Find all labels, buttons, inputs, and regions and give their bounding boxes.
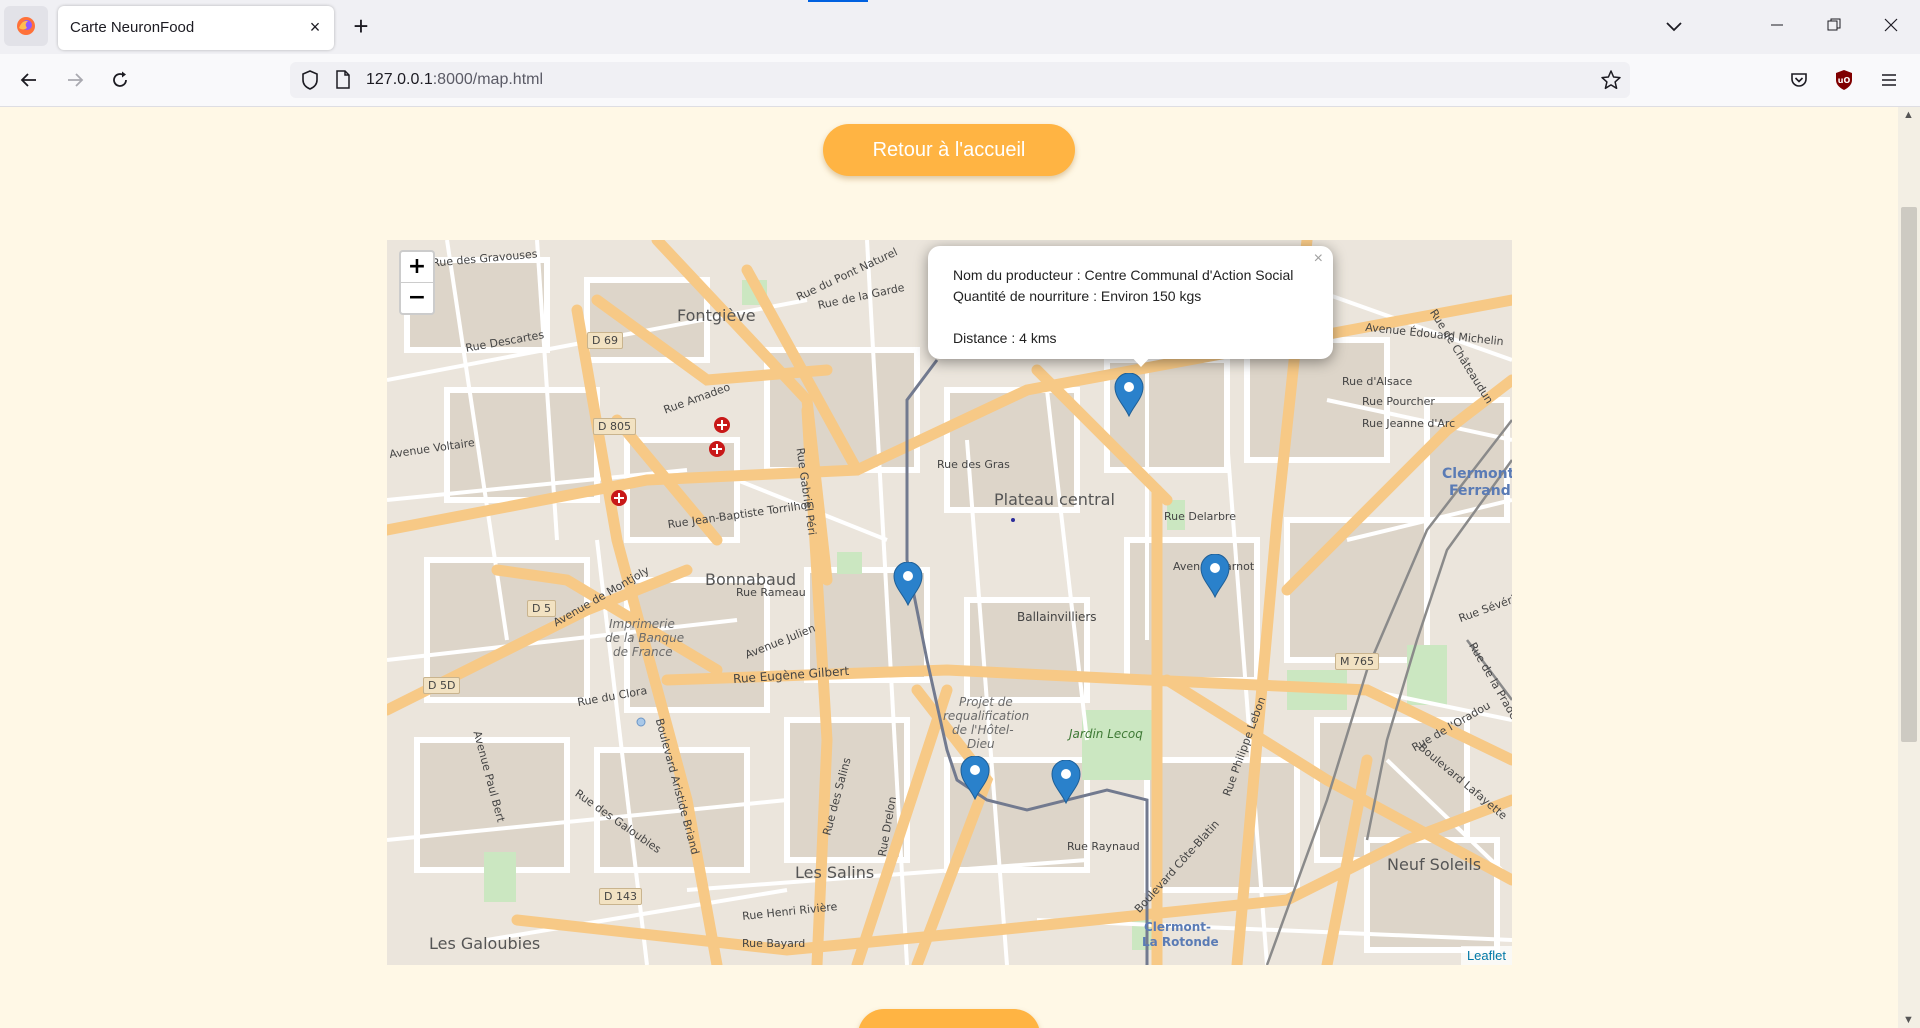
tab-close-icon[interactable]: × xyxy=(304,16,326,38)
shield-d805: D 805 xyxy=(593,418,636,435)
label-clermont-ferrand-1: Clermont- xyxy=(1442,466,1512,482)
tab-carte-neuronfood[interactable]: Carte NeuronFood × xyxy=(58,6,334,50)
zoom-out-button[interactable]: − xyxy=(401,283,433,313)
firefox-icon[interactable] xyxy=(4,6,48,46)
tab-indicator xyxy=(808,0,868,2)
label-clermont-rotonde-1: Clermont- xyxy=(1144,920,1211,934)
map-marker-2[interactable] xyxy=(893,562,923,606)
popup-close-icon[interactable]: × xyxy=(1314,250,1323,268)
map-marker-1[interactable] xyxy=(1114,373,1144,417)
shield-d69: D 69 xyxy=(587,332,623,349)
back-arrow-icon[interactable] xyxy=(14,65,44,95)
popup-producer: Nom du producteur : Centre Communal d'Ac… xyxy=(953,267,1294,283)
url-text[interactable]: 127.0.0.1:8000/map.html xyxy=(366,71,543,89)
tab-bar: Carte NeuronFood × + xyxy=(0,0,1920,54)
tab-title: Carte NeuronFood xyxy=(70,19,195,36)
svg-text:uO: uO xyxy=(1838,76,1851,85)
scroll-down-arrow-icon[interactable]: ▼ xyxy=(1903,1014,1914,1026)
menu-hamburger-icon[interactable] xyxy=(1874,65,1904,95)
zoom-control: + − xyxy=(399,250,435,315)
reload-icon[interactable] xyxy=(105,65,135,95)
shield-m765: M 765 xyxy=(1335,653,1379,670)
zoom-in-button[interactable]: + xyxy=(401,252,433,283)
list-tabs-chevron-icon[interactable] xyxy=(1660,14,1688,40)
bottom-button[interactable] xyxy=(858,1009,1040,1028)
leaflet-attribution-link[interactable]: Leaflet xyxy=(1460,946,1512,965)
forward-arrow-icon[interactable] xyxy=(60,65,90,95)
label-rue-raynaud: Rue Raynaud xyxy=(1067,840,1140,853)
label-fontgieve: Fontgiève xyxy=(677,306,756,325)
label-projet-3: de l'Hôtel- xyxy=(952,723,1014,737)
marker-popup: × Nom du producteur : Centre Communal d'… xyxy=(928,246,1333,359)
map-marker-4[interactable] xyxy=(960,756,990,800)
label-jardin-lecoq: Jardin Lecoq xyxy=(1069,727,1143,741)
minimize-icon[interactable] xyxy=(1757,12,1797,40)
popup-quantity: Quantité de nourriture : Environ 150 kgs xyxy=(953,288,1202,304)
shield-d5d: D 5D xyxy=(423,677,461,694)
url-host: 127.0.0.1 xyxy=(366,71,433,88)
map-marker-3[interactable] xyxy=(1200,554,1230,598)
shield-d143: D 143 xyxy=(599,888,642,905)
label-rue-bayard: Rue Bayard xyxy=(742,937,806,950)
label-neuf-soleils: Neuf Soleils xyxy=(1387,855,1482,874)
close-window-icon[interactable] xyxy=(1871,12,1911,40)
url-path: :8000/map.html xyxy=(432,71,544,88)
label-imprimerie-2: de la Banque xyxy=(605,631,685,645)
label-imprimerie-3: de France xyxy=(613,645,673,659)
label-rue-dalsace: Rue d'Alsace xyxy=(1342,375,1413,388)
shield-d5: D 5 xyxy=(527,600,556,617)
page-info-icon[interactable] xyxy=(334,69,352,96)
new-tab-button[interactable]: + xyxy=(346,10,376,42)
navigation-toolbar: 127.0.0.1:8000/map.html uO xyxy=(0,54,1920,107)
restore-icon[interactable] xyxy=(1814,12,1854,40)
label-rue-delarbre: Rue Delarbre xyxy=(1164,510,1236,523)
page-scrollbar[interactable]: ▲ ▼ xyxy=(1898,107,1920,1028)
pocket-icon[interactable] xyxy=(1784,65,1814,95)
label-rue-jeanne-darc: Rue Jeanne d'Arc xyxy=(1362,417,1456,430)
leaflet-map[interactable]: Fontgiève Plateau central Bonnabaud Ball… xyxy=(387,240,1512,965)
back-to-home-button[interactable]: Retour à l'accueil xyxy=(823,124,1075,176)
label-les-galoubies: Les Galoubies xyxy=(429,934,541,953)
label-projet-2: requalification xyxy=(943,709,1030,723)
label-plateau-central: Plateau central xyxy=(994,490,1115,509)
label-imprimerie: Imprimerie xyxy=(609,617,675,631)
map-marker-5[interactable] xyxy=(1051,760,1081,804)
label-rue-pourcher: Rue Pourcher xyxy=(1362,395,1435,408)
label-rue-des-gras: Rue des Gras xyxy=(937,458,1010,471)
label-projet-1: Projet de xyxy=(959,695,1013,709)
popup-distance: Distance : 4 kms xyxy=(953,330,1057,346)
label-clermont-ferrand-2: Ferrand xyxy=(1449,483,1511,499)
popup-tip xyxy=(1129,354,1153,367)
ublock-origin-icon[interactable]: uO xyxy=(1829,65,1859,95)
bookmark-star-icon[interactable] xyxy=(1600,69,1622,96)
label-projet-4: Dieu xyxy=(967,737,995,751)
page-viewport: Retour à l'accueil Fontgiève Plateau cen… xyxy=(0,107,1898,1028)
scroll-up-arrow-icon[interactable]: ▲ xyxy=(1903,109,1914,121)
tracking-shield-icon[interactable] xyxy=(300,69,320,96)
label-ballainvilliers: Ballainvilliers xyxy=(1017,610,1097,624)
label-rue-rameau: Rue Rameau xyxy=(736,586,806,599)
label-les-salins: Les Salins xyxy=(795,863,875,882)
url-bar[interactable]: 127.0.0.1:8000/map.html xyxy=(290,62,1630,98)
label-clermont-rotonde-2: La Rotonde xyxy=(1142,935,1219,949)
scroll-thumb[interactable] xyxy=(1901,207,1917,742)
